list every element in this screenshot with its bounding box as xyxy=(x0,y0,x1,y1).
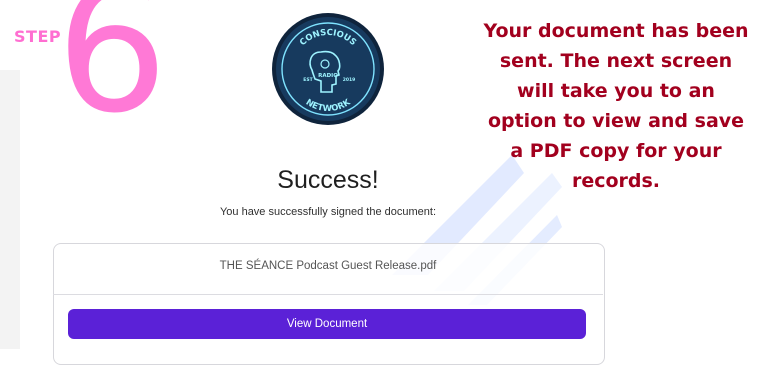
left-background-strip xyxy=(0,70,20,349)
conscious-radio-network-logo: CONSCIOUS RADIO EST 2019 NETWORK xyxy=(272,13,384,125)
card-divider xyxy=(53,294,603,295)
success-subtitle: You have successfully signed the documen… xyxy=(219,206,437,218)
instruction-text: Your document has been sent. The next sc… xyxy=(483,20,749,192)
logo-right-year-text: 2019 xyxy=(343,77,356,83)
step-number: 6 xyxy=(56,0,168,152)
success-title: Success! xyxy=(277,166,379,194)
logo-center-text: RADIO xyxy=(318,73,338,79)
logo-left-year-text: EST xyxy=(303,77,313,83)
document-name: THE SÉANCE Podcast Guest Release.pdf xyxy=(219,260,437,272)
view-document-button[interactable]: View Document xyxy=(68,309,586,339)
step-label: STEP xyxy=(14,27,62,46)
